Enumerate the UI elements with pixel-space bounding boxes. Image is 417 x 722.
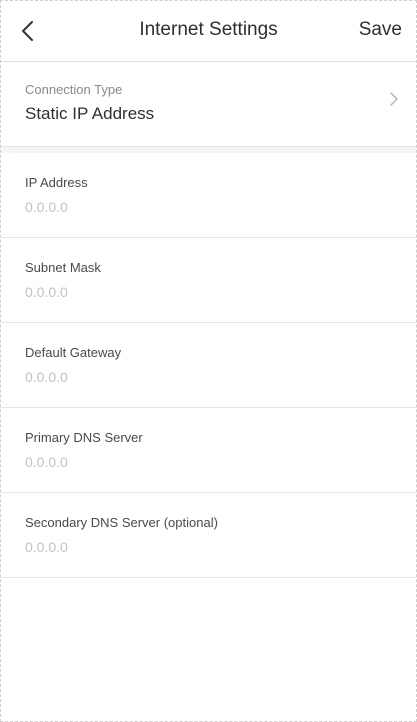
page-title: Internet Settings <box>139 19 278 40</box>
save-button[interactable]: Save <box>359 19 402 41</box>
internet-settings-screen: Internet Settings Save Connection Type S… <box>0 0 417 722</box>
subnet-mask-field: Subnet Mask <box>1 238 416 323</box>
connection-type-value: Static IP Address <box>25 104 155 123</box>
secondary-dns-label: Secondary DNS Server (optional) <box>25 515 218 530</box>
nav-header: Internet Settings Save <box>1 1 416 62</box>
subnet-mask-input[interactable] <box>25 281 385 303</box>
connection-type-label: Connection Type <box>25 82 123 97</box>
connection-type-row[interactable]: Connection Type Static IP Address <box>1 62 416 147</box>
default-gateway-field: Default Gateway <box>1 323 416 408</box>
ip-address-input[interactable] <box>25 196 385 218</box>
secondary-dns-input[interactable] <box>25 536 385 558</box>
chevron-right-icon <box>390 92 398 106</box>
default-gateway-label: Default Gateway <box>25 345 122 360</box>
ip-address-label: IP Address <box>25 175 88 190</box>
primary-dns-label: Primary DNS Server <box>25 430 143 445</box>
primary-dns-field: Primary DNS Server <box>1 408 416 493</box>
ip-settings-form: IP Address Subnet Mask Default Gateway P… <box>1 153 416 578</box>
primary-dns-input[interactable] <box>25 451 385 473</box>
secondary-dns-field: Secondary DNS Server (optional) <box>1 493 416 578</box>
ip-address-field: IP Address <box>1 153 416 238</box>
default-gateway-input[interactable] <box>25 366 385 388</box>
subnet-mask-label: Subnet Mask <box>25 260 101 275</box>
